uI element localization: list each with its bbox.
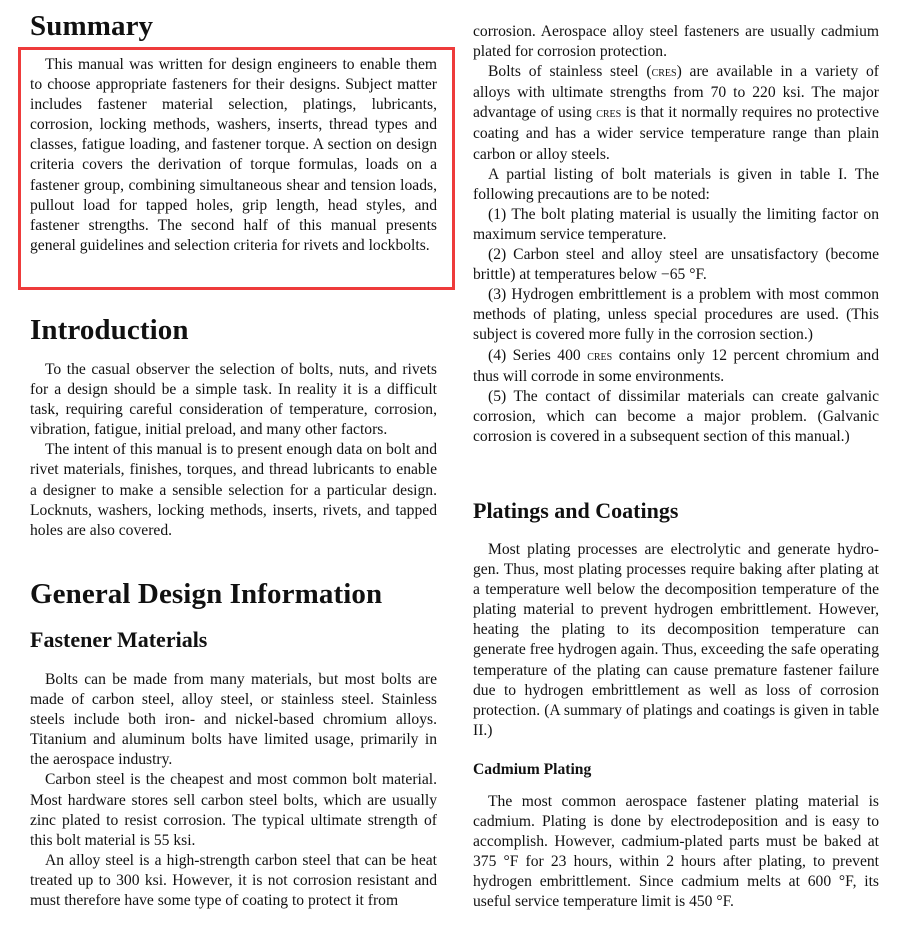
fastener-materials-body: Bolts can be made from many materials, b…	[30, 670, 437, 911]
platings-paragraph: Most plating processes are electrolytic …	[473, 541, 879, 739]
general-design-heading: General Design Information	[30, 578, 383, 610]
introduction-heading: Introduction	[30, 314, 189, 346]
listing-intro-paragraph: A partial listing of bolt materials is g…	[473, 165, 879, 203]
cres-paragraph: Bolts of stainless steel (cres) are avai…	[473, 62, 879, 164]
introduction-body: To the casual observer the selection of …	[30, 360, 437, 541]
cres-abbreviation: cres	[651, 65, 677, 81]
fastener-materials-paragraph: Bolts can be made from many materials, b…	[30, 671, 437, 769]
cres-abbreviation: cres	[596, 106, 622, 122]
cres-abbreviation: cres	[587, 348, 613, 364]
platings-heading: Platings and Coatings	[473, 498, 679, 523]
introduction-paragraph: To the casual observer the selection of …	[30, 361, 437, 439]
fastener-materials-paragraph: An alloy steel is a high-strength carbon…	[30, 851, 437, 910]
fastener-materials-paragraph: Carbon steel is the cheapest and most co…	[30, 771, 437, 849]
cadmium-paragraph: The most common aerospace fastener plati…	[473, 793, 879, 911]
continuation-paragraph: corrosion. Aerospace alloy steel fastene…	[473, 23, 879, 61]
cadmium-heading: Cadmium Plating	[473, 761, 592, 778]
precaution-item: (4) Series 400 cres contains only 12 per…	[473, 346, 879, 387]
precaution-item: (1) The bolt plating material is usually…	[473, 205, 879, 243]
precaution-item: (2) Carbon steel and alloy steel are uns…	[473, 246, 879, 284]
summary-heading: Summary	[30, 10, 154, 42]
introduction-paragraph: The intent of this manual is to present …	[30, 441, 437, 539]
cres-text: Bolts of stainless steel (	[488, 63, 652, 81]
fastener-materials-heading: Fastener Materials	[30, 627, 208, 652]
precaution-item: (3) Hydrogen embrittlement is a problem …	[473, 286, 879, 344]
precaution-item: (5) The contact of dissimilar materials …	[473, 387, 879, 445]
materials-continued-body: corrosion. Aerospace alloy steel fastene…	[473, 22, 879, 447]
summary-paragraph: This manual was written for design engin…	[30, 56, 437, 254]
precaution-text: (4) Series 400	[488, 346, 588, 364]
